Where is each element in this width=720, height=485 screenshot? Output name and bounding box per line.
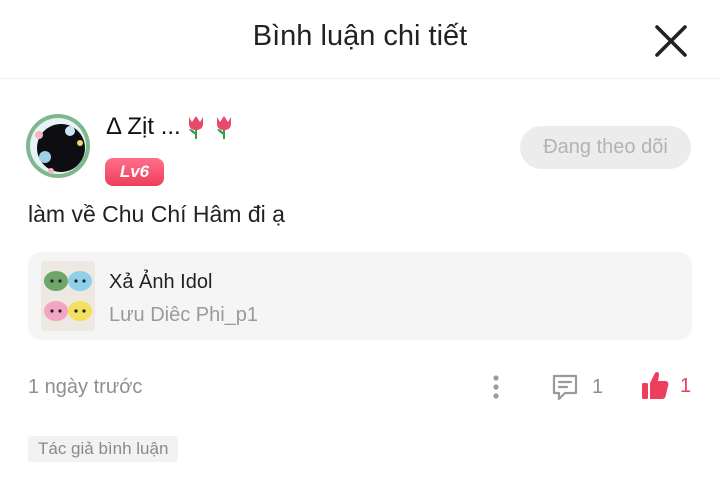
sheet-header: Bình luận chi tiết <box>0 0 720 79</box>
more-vertical-icon <box>493 375 499 399</box>
reply-count: 1 <box>592 375 604 398</box>
reply-button[interactable]: 1 <box>550 372 603 402</box>
article-subtitle: Lưu Diêc Phi_p1 <box>109 304 259 326</box>
tulip-icon <box>216 116 231 139</box>
article-thumbnail <box>41 261 95 331</box>
article-title: Xả Ảnh Idol <box>109 271 213 293</box>
article-card[interactable]: Xả Ảnh Idol Lưu Diêc Phi_p1 <box>28 252 692 340</box>
avatar[interactable] <box>25 113 91 179</box>
page-title: Bình luận chi tiết <box>252 20 468 52</box>
username-row[interactable]: Δ Zịt ... <box>106 113 237 141</box>
comment-author-tag: Tác giả bình luận <box>28 436 179 462</box>
like-button[interactable]: 1 <box>640 370 691 402</box>
like-count: 1 <box>680 374 692 397</box>
username[interactable]: Δ Zịt ... <box>106 113 181 141</box>
comment-detail-sheet: Bình luận chi tiết Δ Zịt ... Lv6 Đang th… <box>0 0 720 485</box>
follow-button[interactable]: Đang theo dõi <box>520 126 691 169</box>
tulip-icon <box>188 116 203 139</box>
comment-icon <box>552 374 578 401</box>
thumbs-up-icon <box>642 371 669 399</box>
close-icon <box>655 25 687 57</box>
comment-text: làm về Chu Chí Hâm đi ạ <box>28 201 285 227</box>
comment-timestamp: 1 ngày trước <box>28 376 143 398</box>
more-options-button[interactable] <box>485 373 507 403</box>
close-button[interactable] <box>652 22 690 60</box>
level-badge: Lv6 <box>105 158 164 186</box>
